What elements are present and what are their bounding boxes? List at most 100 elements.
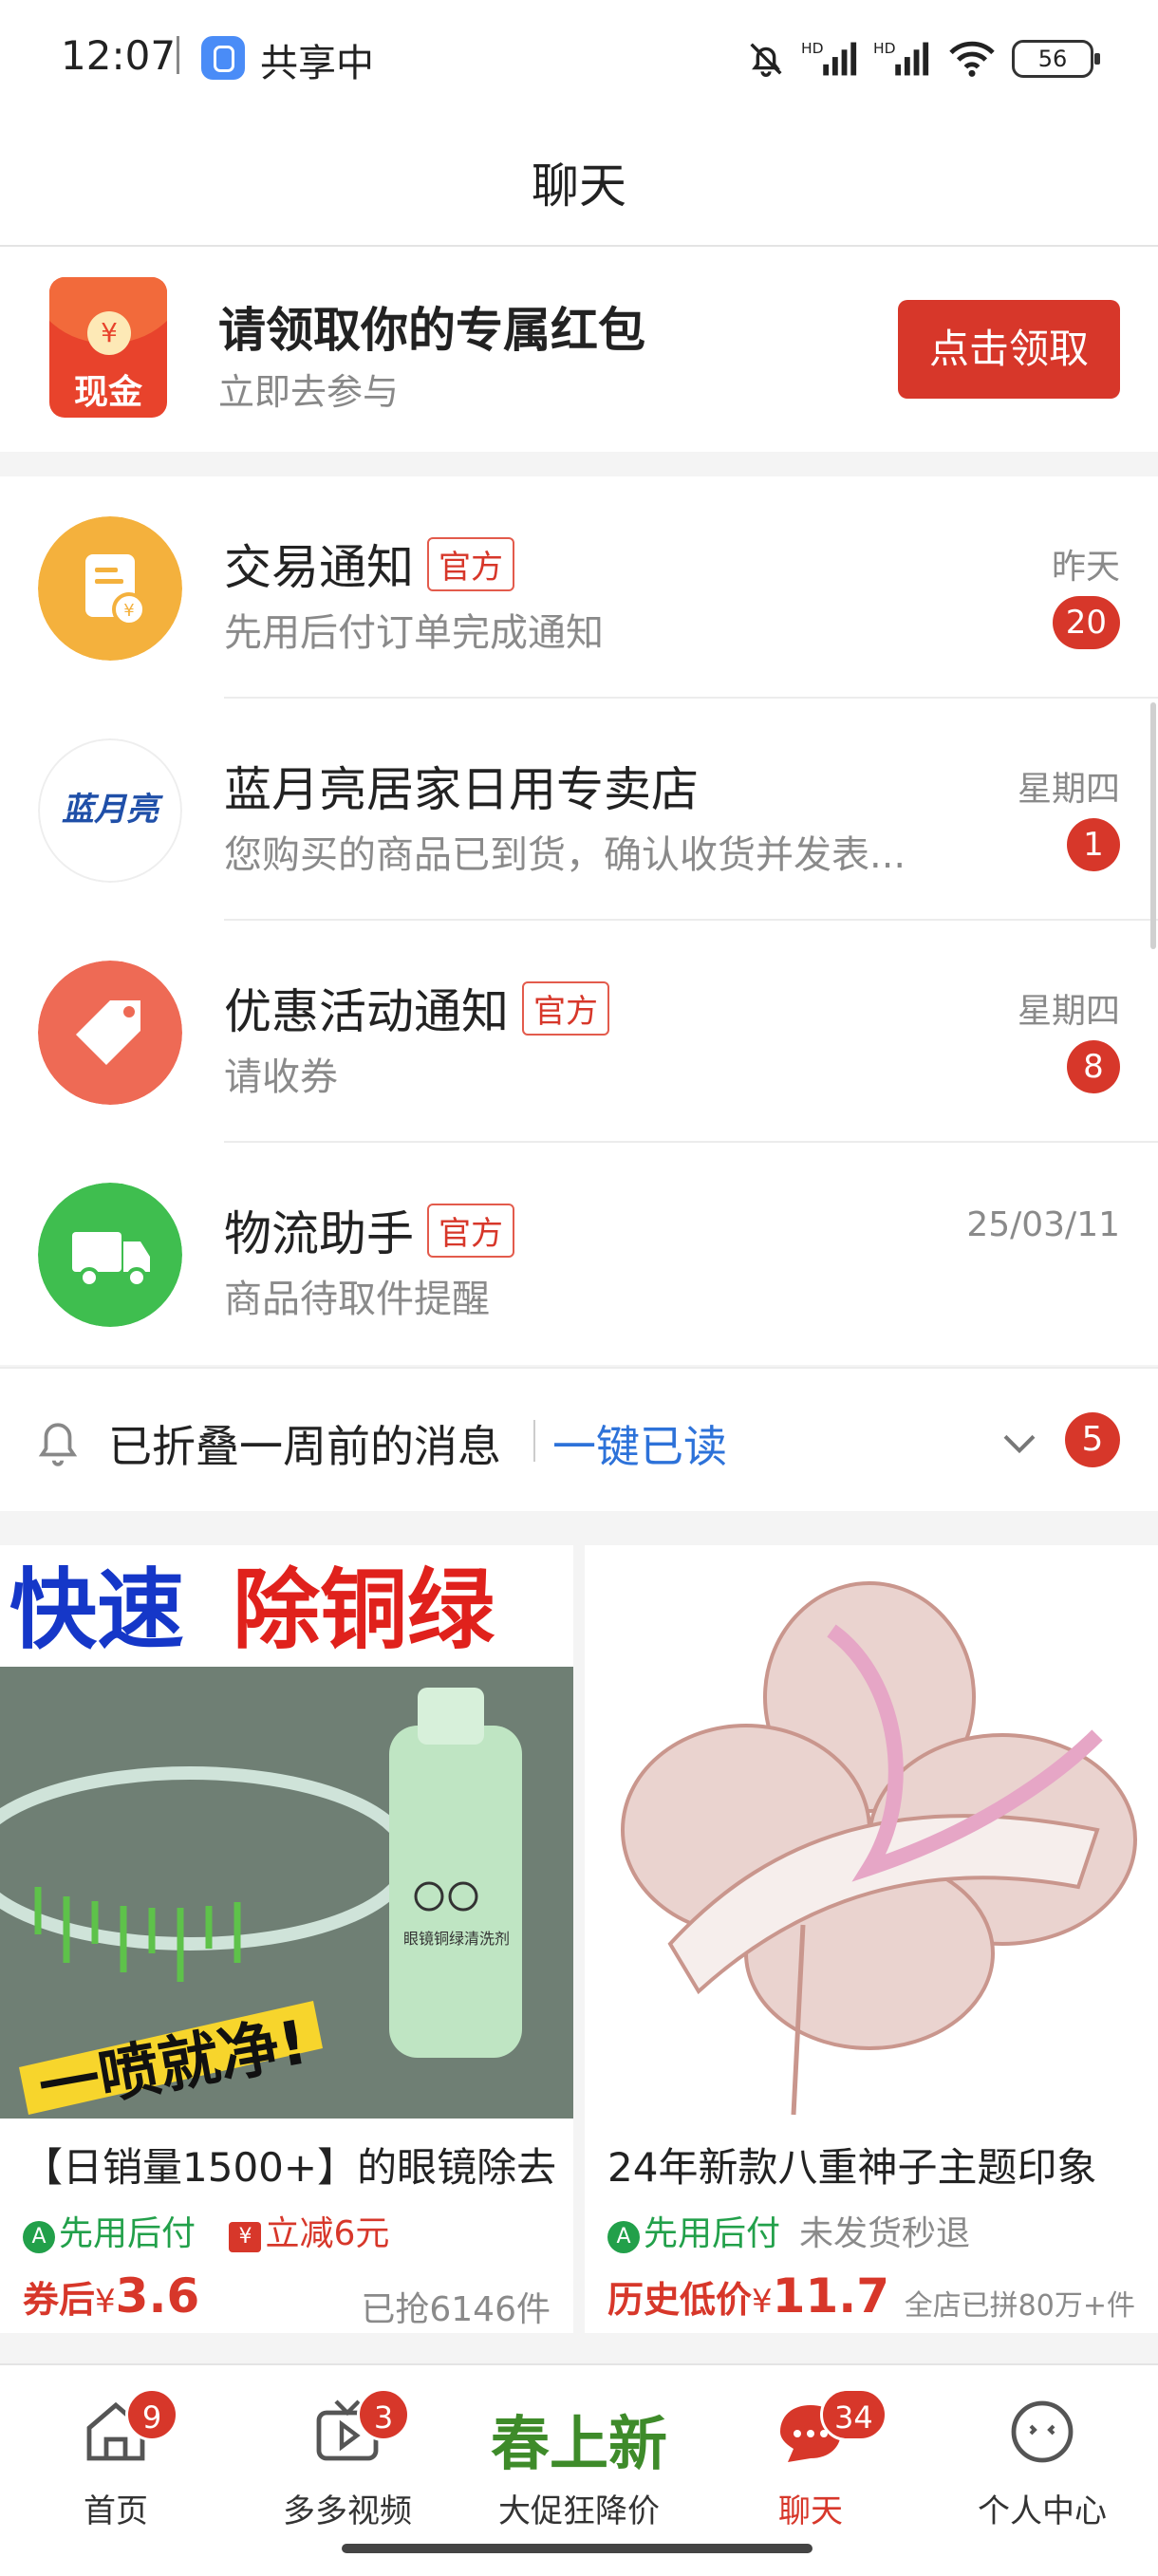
official-tag: 官方 bbox=[427, 1204, 514, 1258]
banner-title: 请领取你的专属红包 bbox=[218, 303, 645, 358]
svg-text:HD: HD bbox=[873, 40, 896, 57]
unread-badge: 20 bbox=[1052, 596, 1120, 649]
screen-share-icon bbox=[201, 36, 245, 80]
bell-icon bbox=[38, 1423, 78, 1466]
pay-later-tag: 先用后付 bbox=[644, 2214, 781, 2253]
svg-text:¥: ¥ bbox=[123, 601, 134, 621]
battery-indicator: 56 bbox=[1012, 40, 1100, 78]
official-tag: 官方 bbox=[427, 537, 514, 591]
refund-tag: 未发货秒退 bbox=[799, 2214, 971, 2253]
svg-text:除铜绿: 除铜绿 bbox=[233, 1559, 495, 1661]
signal-icon-2: HD bbox=[873, 40, 929, 76]
chat-preview: 请收券 bbox=[224, 1055, 338, 1099]
nav-label: 聊天 bbox=[778, 2492, 843, 2530]
store-logo-avatar: 蓝月亮 bbox=[38, 738, 182, 883]
pay-later-tag: 先用后付 bbox=[59, 2214, 196, 2253]
price-tag-icon bbox=[38, 961, 182, 1105]
nav-label: 多多视频 bbox=[283, 2492, 412, 2530]
share-status-text: 共享中 bbox=[260, 42, 374, 85]
nav-badge: 9 bbox=[125, 2388, 178, 2441]
divider bbox=[533, 1420, 535, 1462]
page-title: 聊天 bbox=[532, 159, 626, 214]
scrollbar[interactable] bbox=[1150, 702, 1156, 949]
nav-badge: 34 bbox=[820, 2388, 887, 2441]
chat-list: ¥ 交易通知 官方 先用后付订单完成通知 昨天 20 蓝月亮 蓝月亮居家日用专卖店… bbox=[0, 476, 1158, 1365]
page-header: 聊天 bbox=[0, 114, 1158, 247]
discount-icon: ¥ bbox=[229, 2222, 262, 2252]
unread-badge: 1 bbox=[1067, 818, 1120, 871]
nav-label: 大促狂降价 bbox=[498, 2492, 660, 2530]
folded-count-badge: 5 bbox=[1065, 1412, 1120, 1467]
status-icons: HD HD 56 bbox=[744, 30, 1100, 87]
product-card[interactable]: 24年新款八重神子主题印象 A 先用后付 未发货秒退 历史低价¥11.7 全店已拼8… bbox=[585, 1545, 1158, 2333]
chat-name: 物流助手 官方 bbox=[224, 1196, 514, 1264]
sold-count: 全店已拼80万+件 bbox=[904, 2289, 1135, 2323]
product-tags: A 先用后付 ¥ 立减6元 bbox=[23, 2206, 389, 2255]
profile-icon bbox=[1011, 2400, 1074, 2463]
pay-later-icon: A bbox=[607, 2221, 640, 2253]
product-image[interactable] bbox=[585, 1545, 1158, 2119]
pay-later-icon: A bbox=[23, 2221, 55, 2253]
svg-text:快速: 快速 bbox=[9, 1559, 184, 1661]
chat-name: 优惠活动通知 官方 bbox=[224, 974, 609, 1042]
chat-preview: 您购买的商品已到货，确认收货并发表... bbox=[224, 833, 906, 877]
folded-messages-label: 已折叠一周前的消息 bbox=[108, 1421, 501, 1472]
bell-muted-icon bbox=[750, 43, 782, 77]
mark-all-read-link[interactable]: 一键已读 bbox=[552, 1412, 727, 1475]
price-currency: ¥ bbox=[95, 2283, 116, 2321]
chat-preview: 商品待取件提醒 bbox=[224, 1278, 490, 1321]
nav-badge: 3 bbox=[357, 2388, 410, 2441]
claim-red-packet-button[interactable]: 点击领取 bbox=[898, 300, 1120, 399]
unread-badge: 8 bbox=[1067, 1040, 1120, 1093]
coin-icon: ¥ bbox=[87, 311, 131, 355]
promo-banner-text: 春上新 bbox=[490, 2409, 667, 2478]
truck-icon bbox=[38, 1183, 182, 1327]
product-price: 券后¥3.6 bbox=[23, 2268, 199, 2324]
red-packet-icon: ¥ 现金 bbox=[49, 277, 167, 418]
chat-preview: 先用后付订单完成通知 bbox=[224, 611, 604, 655]
wifi-icon bbox=[949, 41, 995, 77]
chevron-down-icon[interactable] bbox=[1000, 1424, 1038, 1462]
chat-name: 交易通知 官方 bbox=[224, 530, 514, 598]
price-label: 历史低价 bbox=[607, 2279, 753, 2321]
product-title: 【日销量1500+】的眼镜除去 bbox=[23, 2144, 557, 2191]
svg-text:HD: HD bbox=[801, 40, 824, 57]
chat-time: 星期四 bbox=[1017, 770, 1120, 809]
red-packet-banner[interactable]: ¥ 现金 请领取你的专属红包 立即去参与 点击领取 bbox=[0, 247, 1158, 452]
nav-label: 个人中心 bbox=[978, 2492, 1107, 2530]
product-price: 历史低价¥11.7 bbox=[607, 2268, 889, 2324]
receipt-icon: ¥ bbox=[38, 516, 182, 661]
chat-item-store[interactable]: 蓝月亮 蓝月亮居家日用专卖店 您购买的商品已到货，确认收货并发表... 星期四 … bbox=[0, 699, 1158, 921]
price-currency: ¥ bbox=[752, 2283, 773, 2321]
price-value: 3.6 bbox=[115, 2268, 200, 2324]
status-bar: 12:07 共享中 HD HD 56 bbox=[0, 0, 1158, 114]
chat-item-logistics[interactable]: 物流助手 官方 商品待取件提醒 25/03/11 bbox=[0, 1143, 1158, 1365]
chat-time: 昨天 bbox=[1051, 548, 1120, 587]
price-value: 11.7 bbox=[772, 2268, 890, 2324]
chat-time: 星期四 bbox=[1017, 992, 1120, 1031]
svg-text:眼镜铜绿清洗剂: 眼镜铜绿清洗剂 bbox=[403, 1930, 510, 1948]
chat-name: 蓝月亮居家日用专卖店 bbox=[224, 762, 699, 817]
sold-count: 已抢6146件 bbox=[361, 2290, 551, 2329]
status-time: 12:07 bbox=[61, 32, 177, 79]
nav-profile[interactable]: 个人中心 bbox=[926, 2365, 1158, 2576]
product-tags: A 先用后付 未发货秒退 bbox=[607, 2206, 970, 2255]
chat-item-promotion[interactable]: 优惠活动通知 官方 请收券 星期四 8 bbox=[0, 921, 1158, 1143]
official-tag: 官方 bbox=[522, 981, 609, 1036]
product-image[interactable]: 快速 除铜绿 眼镜铜绿清洗剂 一喷就净! bbox=[0, 1545, 573, 2119]
signal-icon: HD bbox=[801, 40, 857, 76]
discount-tag: 立减6元 bbox=[265, 2214, 390, 2253]
svg-text:蓝月亮: 蓝月亮 bbox=[62, 791, 163, 829]
status-separator bbox=[177, 36, 179, 74]
red-packet-label: 现金 bbox=[73, 373, 142, 412]
price-label: 券后 bbox=[23, 2279, 96, 2321]
product-title: 24年新款八重神子主题印象 bbox=[607, 2144, 1097, 2191]
nav-label: 首页 bbox=[84, 2492, 148, 2530]
banner-subtitle: 立即去参与 bbox=[218, 371, 400, 413]
home-indicator[interactable] bbox=[342, 2544, 812, 2553]
product-card[interactable]: 快速 除铜绿 眼镜铜绿清洗剂 一喷就净! 【日销量1500+】的眼镜除去 A 先用… bbox=[0, 1545, 573, 2333]
chat-item-trade-notice[interactable]: ¥ 交易通知 官方 先用后付订单完成通知 昨天 20 bbox=[0, 476, 1158, 699]
folded-messages-row[interactable]: 已折叠一周前的消息 一键已读 5 bbox=[0, 1367, 1158, 1511]
nav-home[interactable]: 9 首页 bbox=[0, 2365, 232, 2576]
chat-time: 25/03/11 bbox=[966, 1205, 1120, 1244]
